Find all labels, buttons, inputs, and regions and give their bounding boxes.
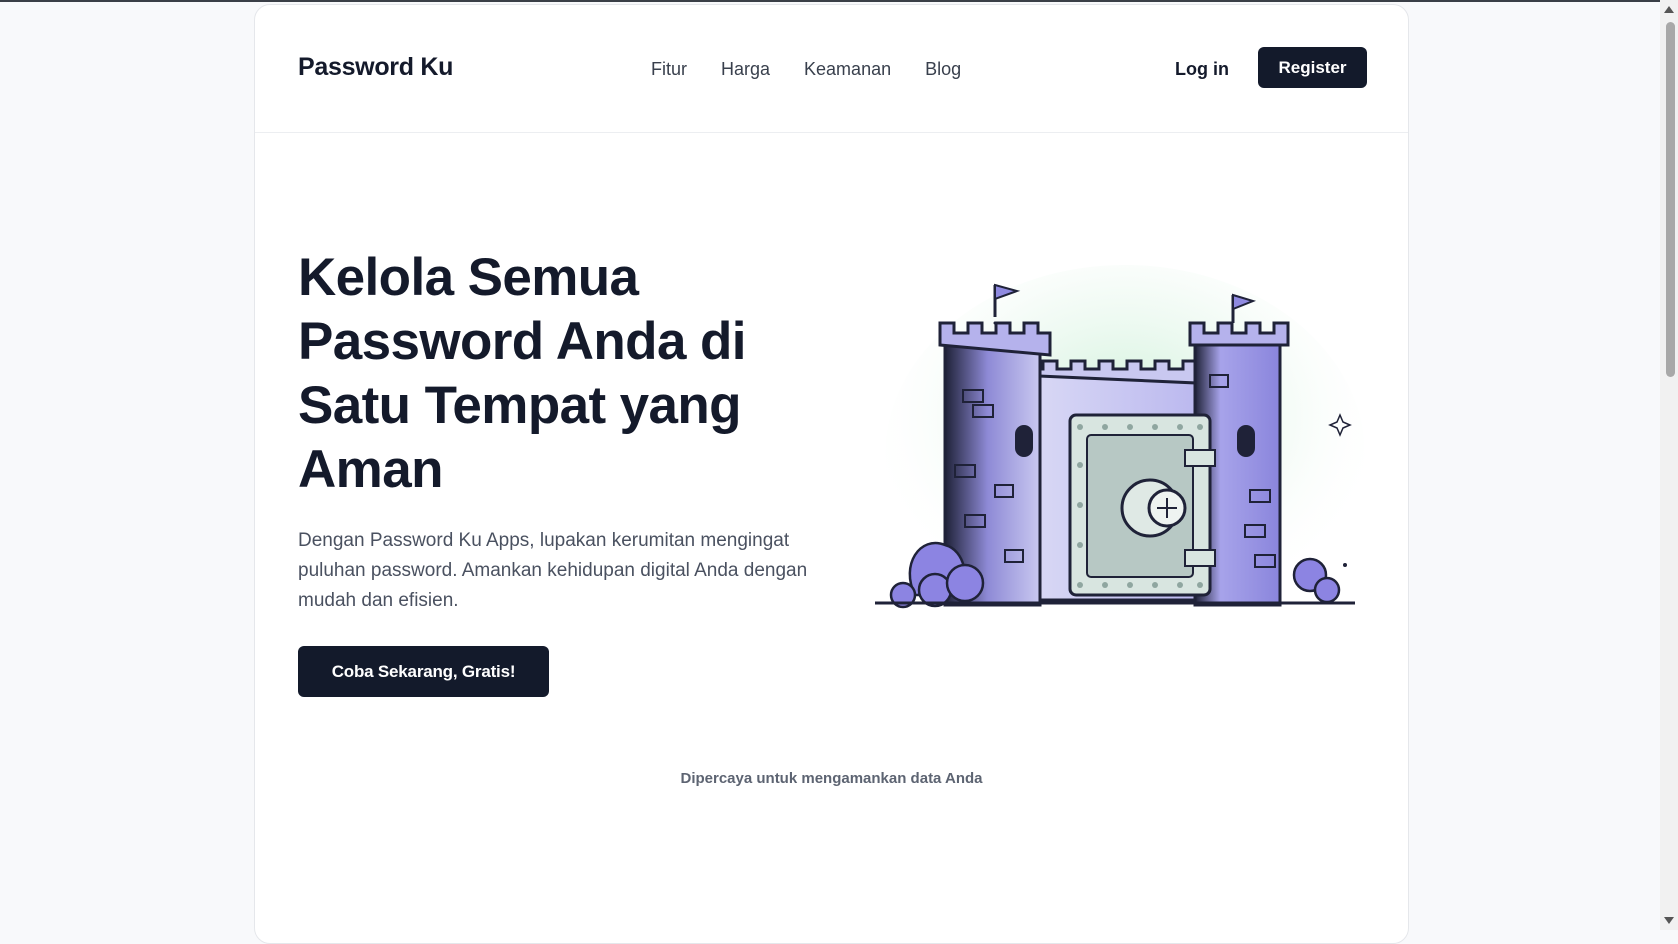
hero-title: Kelola Semua Password Anda di Satu Tempa… [298, 248, 746, 499]
brand-logo[interactable]: Password Ku [298, 53, 453, 82]
scrollbar[interactable] [1660, 0, 1678, 930]
page: Password Ku Fitur Harga Keamanan Blog Lo… [0, 0, 1678, 944]
castle-vault-illustration [875, 265, 1365, 645]
hero-description: Dengan Password Ku Apps, lupakan kerumit… [298, 530, 808, 611]
login-link[interactable]: Log in [1175, 59, 1229, 80]
trust-text: Dipercaya untuk mengamankan data Anda [680, 770, 983, 787]
window-top-border [0, 0, 1678, 2]
navbar: Password Ku Fitur Harga Keamanan Blog Lo… [255, 5, 1408, 133]
scroll-down-arrow-icon[interactable] [1664, 917, 1674, 924]
nav-link-fitur[interactable]: Fitur [651, 59, 687, 80]
nav-link-keamanan[interactable]: Keamanan [804, 59, 891, 80]
nav-links: Fitur Harga Keamanan Blog [651, 59, 961, 80]
scroll-thumb[interactable] [1666, 22, 1675, 377]
nav-link-blog[interactable]: Blog [925, 59, 961, 80]
landing-card: Password Ku Fitur Harga Keamanan Blog Lo… [254, 4, 1409, 944]
nav-link-harga[interactable]: Harga [721, 59, 770, 80]
register-button[interactable]: Register [1258, 47, 1367, 88]
scroll-up-arrow-icon[interactable] [1664, 6, 1674, 13]
try-free-button[interactable]: Coba Sekarang, Gratis! [298, 646, 549, 697]
vault-door [1068, 413, 1216, 597]
